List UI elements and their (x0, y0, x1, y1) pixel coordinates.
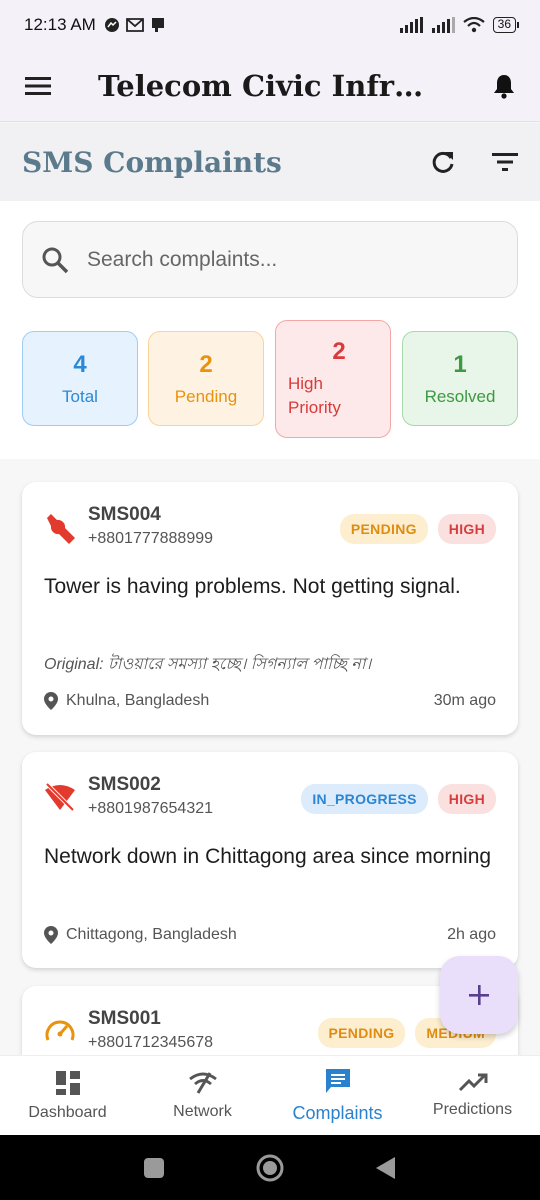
complaint-original: Original: টাওয়ারে সমস্যা হচ্ছে। সিগন্যা… (44, 656, 372, 673)
plus-icon (469, 985, 489, 1005)
gmail-icon (125, 18, 144, 32)
nav-predictions-label: Predictions (432, 1100, 513, 1118)
home-icon[interactable] (255, 1153, 285, 1183)
complaint-id: SMS004 (88, 504, 161, 525)
nav-predictions[interactable]: Predictions (405, 1056, 540, 1135)
stat-high-value: 2 (332, 338, 346, 365)
status-badge: PENDING (339, 514, 428, 544)
nav-network-label: Network (173, 1102, 232, 1120)
stat-high-label: High Priority (288, 374, 341, 417)
complaint-card[interactable]: SMS002 +8801987654321 IN_PROGRESS HIGH N… (22, 752, 518, 968)
trending-icon (458, 1073, 487, 1091)
system-navigation-bar (0, 1135, 540, 1200)
priority-badge: HIGH (437, 784, 496, 814)
app-bar: Telecom Civic Infrastr... (0, 50, 540, 122)
filter-icon[interactable] (492, 152, 518, 172)
summary-section: 4 Total 2 Pending 2 High Priority 1 Reso… (0, 201, 540, 459)
back-icon[interactable] (375, 1156, 397, 1180)
menu-icon[interactable] (24, 75, 52, 97)
status-time: 12:13 AM (24, 15, 96, 34)
stat-pending-card[interactable]: 2 Pending (148, 331, 264, 426)
search-input[interactable] (87, 247, 467, 272)
complaint-card[interactable]: SMS004 +8801777888999 PENDING HIGH Tower… (22, 482, 518, 735)
refresh-icon[interactable] (430, 149, 456, 175)
complaint-message: Network down in Chittagong area since mo… (44, 845, 492, 868)
messenger-icon (104, 18, 119, 32)
stat-total-card[interactable]: 4 Total (22, 331, 138, 426)
status-badge: IN_PROGRESS (301, 784, 428, 814)
page-header: SMS Complaints (0, 123, 540, 201)
app-title: Telecom Civic Infrastr... (98, 68, 438, 103)
search-icon (42, 247, 69, 273)
stat-pending-label: Pending (174, 386, 238, 406)
add-complaint-button[interactable] (440, 956, 518, 1034)
priority-badge: HIGH (437, 514, 496, 544)
search-box[interactable] (22, 221, 518, 298)
complaint-id: SMS001 (88, 1008, 161, 1029)
battery-icon: 36 (492, 17, 520, 33)
nav-dashboard-label: Dashboard (28, 1103, 107, 1121)
bell-icon[interactable] (492, 73, 516, 99)
status-badge: PENDING (317, 1018, 406, 1048)
nav-complaints-label: Complaints (292, 1103, 383, 1123)
stat-resolved-card[interactable]: 1 Resolved (402, 331, 518, 426)
network-icon (188, 1071, 217, 1094)
signal-icon-2 (431, 17, 455, 33)
message-icon (325, 1069, 350, 1093)
dashboard-icon (55, 1070, 80, 1095)
nav-complaints[interactable]: Complaints (270, 1056, 405, 1135)
complaint-time: 2h ago (447, 926, 496, 943)
location-pin-icon (44, 692, 58, 710)
complaint-message: Tower is having problems. Not getting si… (44, 575, 461, 598)
wrench-icon (47, 514, 75, 544)
stat-resolved-value: 1 (453, 350, 467, 378)
nav-network[interactable]: Network (135, 1056, 270, 1135)
stat-pending-value: 2 (199, 350, 213, 378)
stat-resolved-label: Resolved (424, 386, 496, 406)
complaint-phone: +8801777888999 (88, 530, 214, 547)
page-title: SMS Complaints (22, 145, 282, 179)
bottom-navigation: Dashboard Network Complaints Predictions (0, 1055, 540, 1135)
location-pin-icon (44, 926, 58, 944)
complaint-phone: +8801987654321 (88, 800, 214, 817)
status-bar: 12:13 AM 36 (0, 0, 540, 50)
complaint-id: SMS002 (88, 774, 161, 795)
signal-icon (399, 17, 423, 33)
speed-icon (45, 1020, 75, 1041)
notification-app-icon (151, 18, 164, 32)
complaint-phone: +8801712345678 (88, 1034, 214, 1051)
complaint-location: Chittagong, Bangladesh (66, 926, 237, 943)
wifi-icon (462, 17, 485, 33)
no-signal-icon (45, 782, 75, 812)
recents-icon[interactable] (143, 1157, 165, 1179)
complaint-location: Khulna, Bangladesh (66, 692, 210, 709)
stat-high-priority-card[interactable]: 2 High Priority (275, 320, 391, 438)
complaint-time: 30m ago (433, 692, 496, 709)
stat-total-label: Total (62, 386, 98, 406)
stat-total-value: 4 (73, 350, 87, 378)
nav-dashboard[interactable]: Dashboard (0, 1056, 135, 1135)
